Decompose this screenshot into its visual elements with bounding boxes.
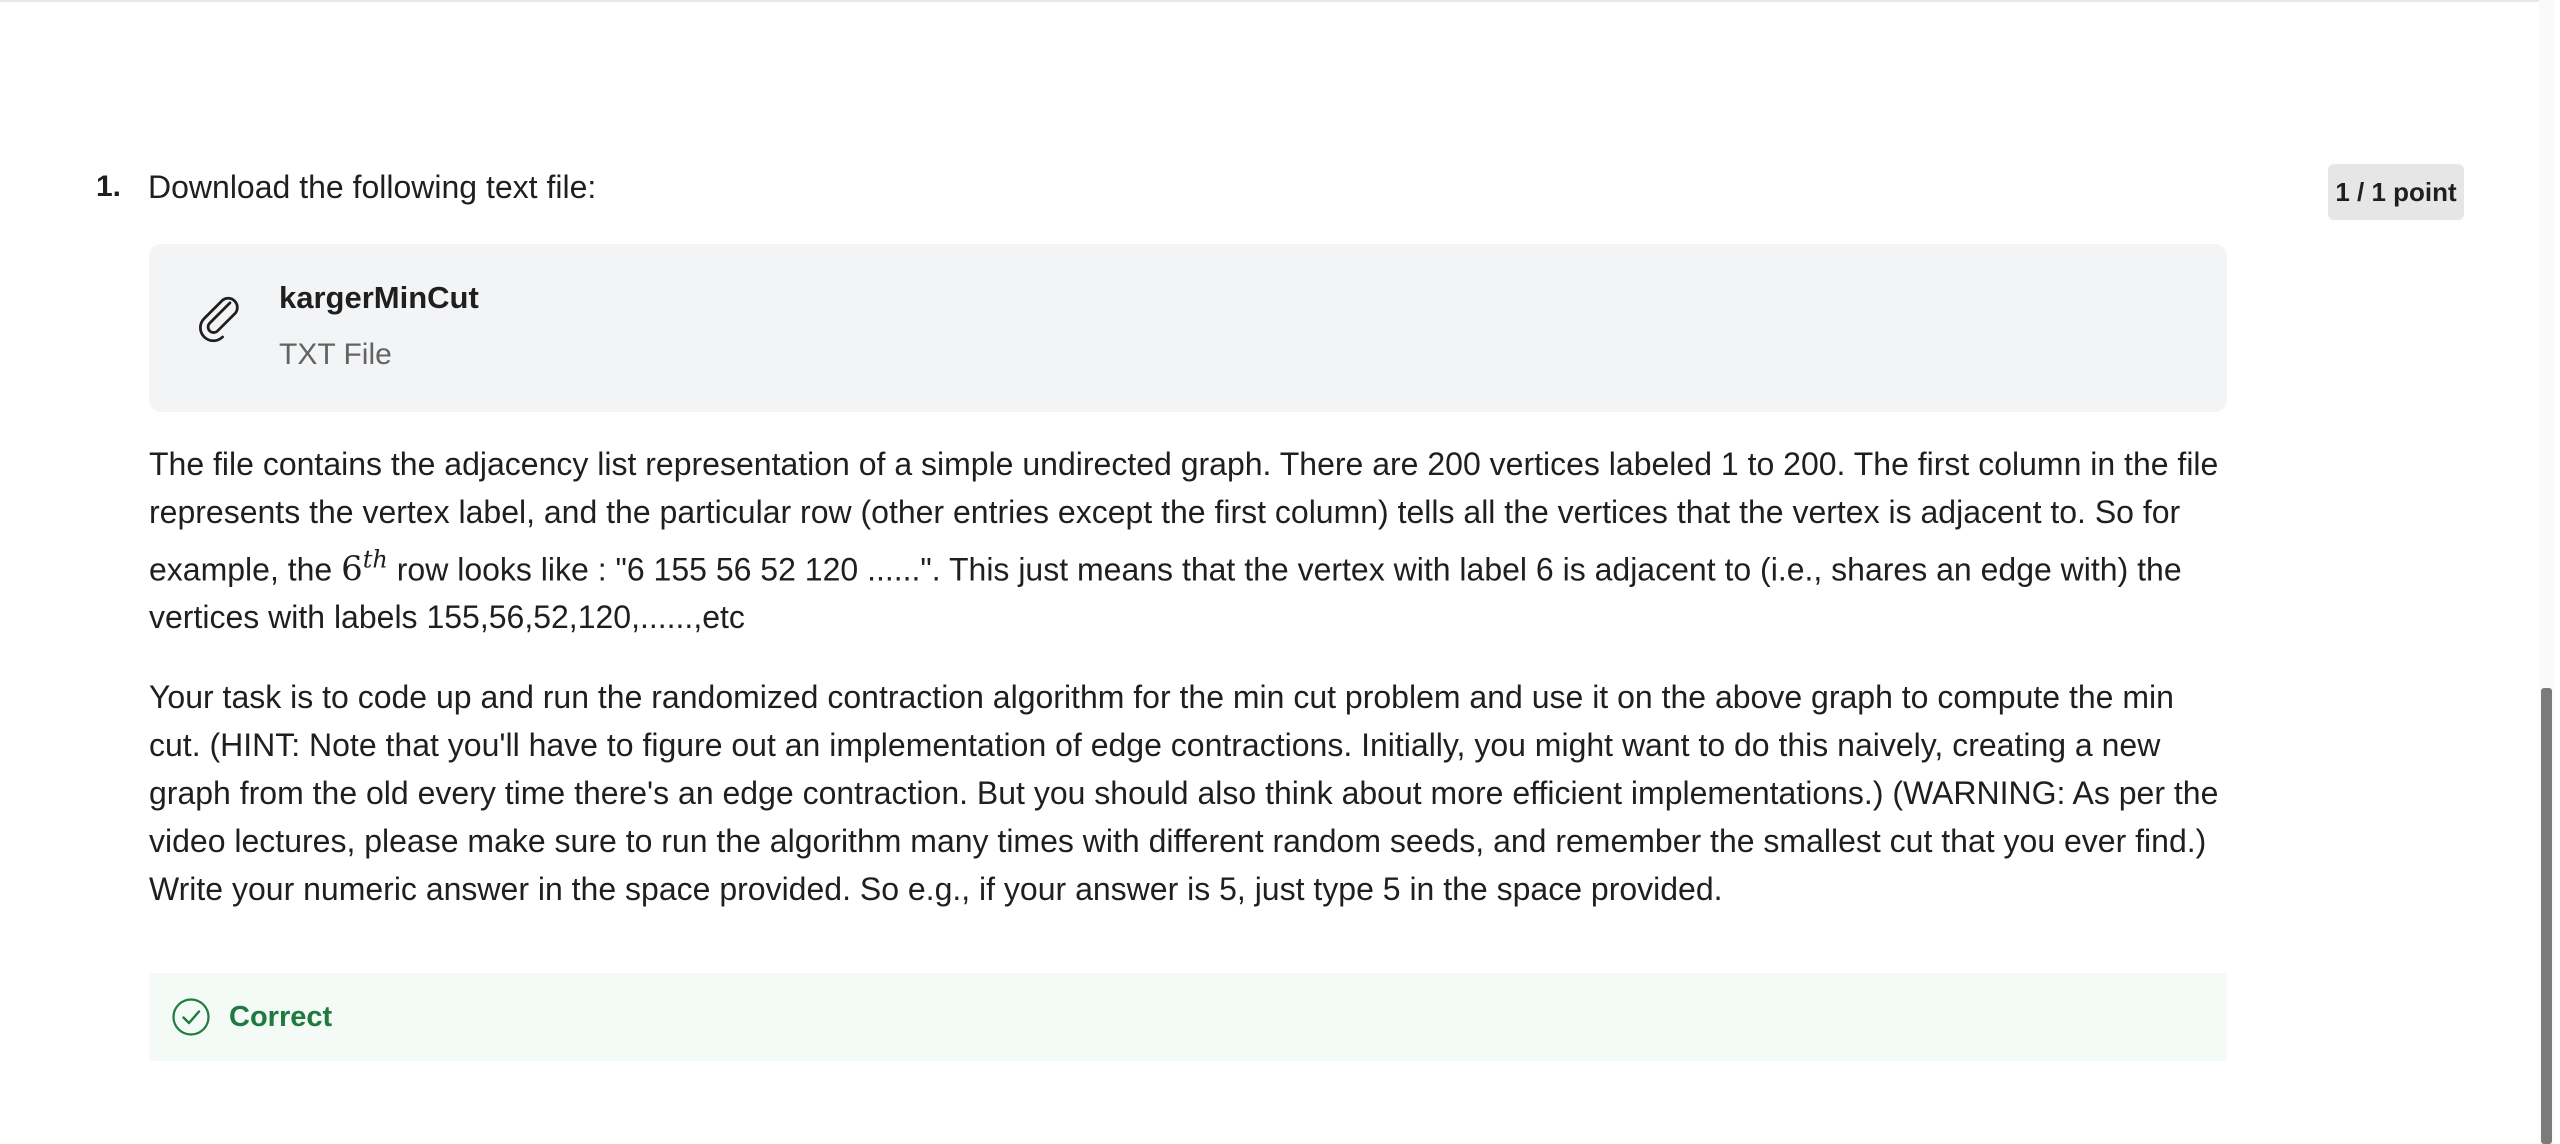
question-header: 1. Download the following text file: xyxy=(96,160,2236,214)
file-type: TXT File xyxy=(279,338,392,371)
result-label: Correct xyxy=(229,1001,333,1034)
question-prompt: Download the following text file: xyxy=(148,169,597,205)
paperclip-icon xyxy=(199,296,239,343)
question-number: 1. xyxy=(96,170,122,203)
ordinal-math: 6th xyxy=(341,546,388,590)
file-name[interactable]: kargerMinCut xyxy=(279,280,479,316)
score-badge: 1 / 1 point xyxy=(2328,164,2464,220)
result-feedback: Correct xyxy=(149,973,2227,1062)
question-body: kargerMinCut TXT File The file contains … xyxy=(149,244,2227,1062)
check-circle-icon xyxy=(172,998,210,1036)
description-paragraph-1: The file contains the adjacency list rep… xyxy=(149,440,2227,641)
question-block: 1. Download the following text file: kar… xyxy=(96,160,2236,1062)
description-paragraph-2: Your task is to code up and run the rand… xyxy=(149,679,2219,908)
description-text-1b: row looks like : "6 155 56 52 120 ......… xyxy=(149,551,2182,636)
scrollbar-thumb[interactable] xyxy=(2541,688,2552,1144)
file-attachment[interactable]: kargerMinCut TXT File xyxy=(149,244,2227,412)
top-divider xyxy=(0,0,2542,2)
quiz-page: 1 / 1 point 1. Download the following te… xyxy=(0,0,2560,1144)
